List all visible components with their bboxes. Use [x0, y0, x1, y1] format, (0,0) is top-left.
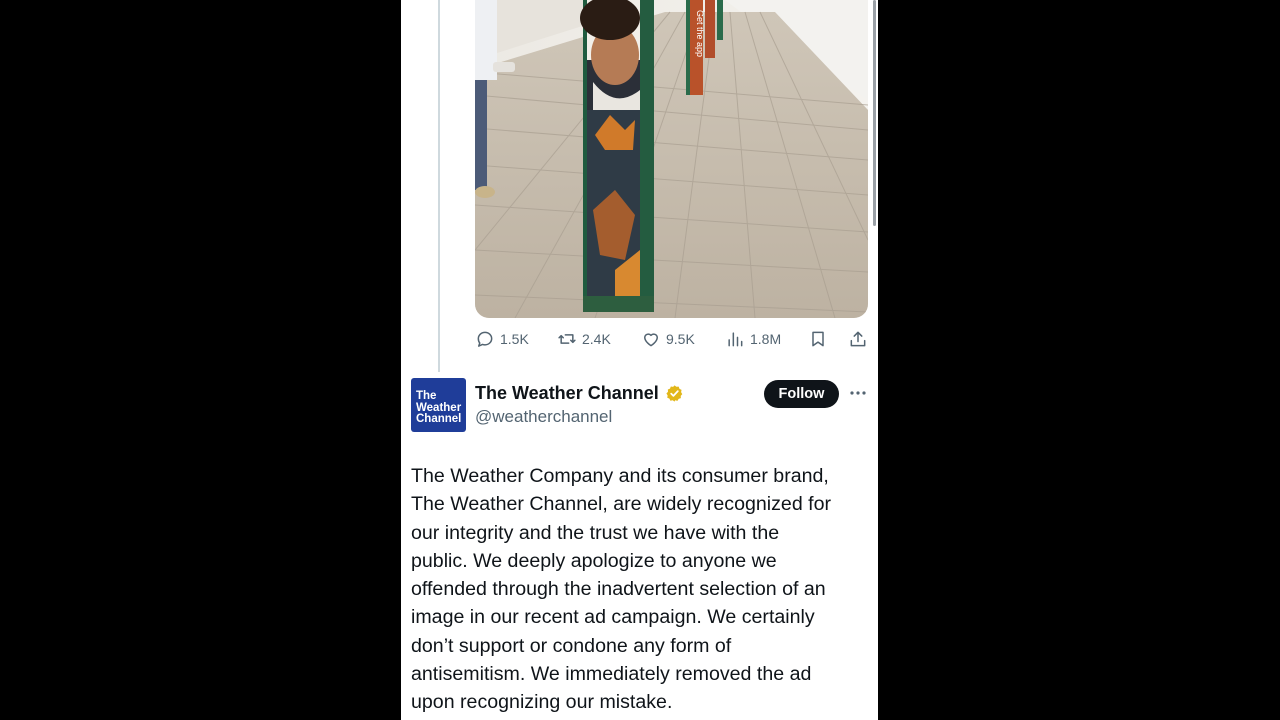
reply-icon [477, 331, 493, 347]
reply-button[interactable]: 1.5K [475, 326, 529, 352]
views-count: 1.8M [750, 331, 782, 347]
subway-corridor-photo: Get the app [475, 0, 868, 318]
like-count: 9.5K [666, 331, 695, 347]
share-icon [850, 331, 866, 347]
reply-count: 1.5K [500, 331, 529, 347]
thread-connector-line [438, 0, 440, 372]
author-display-name[interactable]: The Weather Channel [475, 383, 659, 404]
verified-badge-icon [666, 385, 682, 402]
avatar-line-1: The [416, 390, 437, 402]
follow-button[interactable]: Follow [764, 380, 839, 408]
repost-count: 2.4K [582, 331, 611, 347]
more-options-icon[interactable] [849, 383, 867, 403]
author-name-row: The Weather Channel [475, 383, 684, 404]
bookmark-icon [812, 331, 824, 347]
tweet-text: The Weather Company and its consumer bra… [411, 465, 832, 714]
tweet-thread-panel: Get the app 1.5K 2.4K 9.5K 1.8M The Weat… [401, 0, 878, 720]
avatar[interactable]: The Weather Channel [411, 378, 466, 432]
avatar-line-3: Channel [416, 413, 462, 425]
share-button[interactable] [848, 326, 868, 352]
like-button[interactable]: 9.5K [641, 326, 695, 352]
scrollbar[interactable] [873, 0, 876, 226]
tweet-media-image[interactable]: Get the app [475, 0, 868, 318]
tweet-action-bar: 1.5K 2.4K 9.5K 1.8M [475, 326, 870, 352]
author-handle[interactable]: @weatherchannel [475, 407, 612, 427]
heart-icon [644, 333, 658, 347]
bookmark-button[interactable] [808, 326, 828, 352]
pillar-ad-text: Get the app [695, 10, 705, 57]
repost-icon [558, 334, 576, 344]
views-icon [728, 332, 743, 347]
views-button[interactable]: 1.8M [725, 326, 781, 352]
repost-button[interactable]: 2.4K [557, 326, 611, 352]
